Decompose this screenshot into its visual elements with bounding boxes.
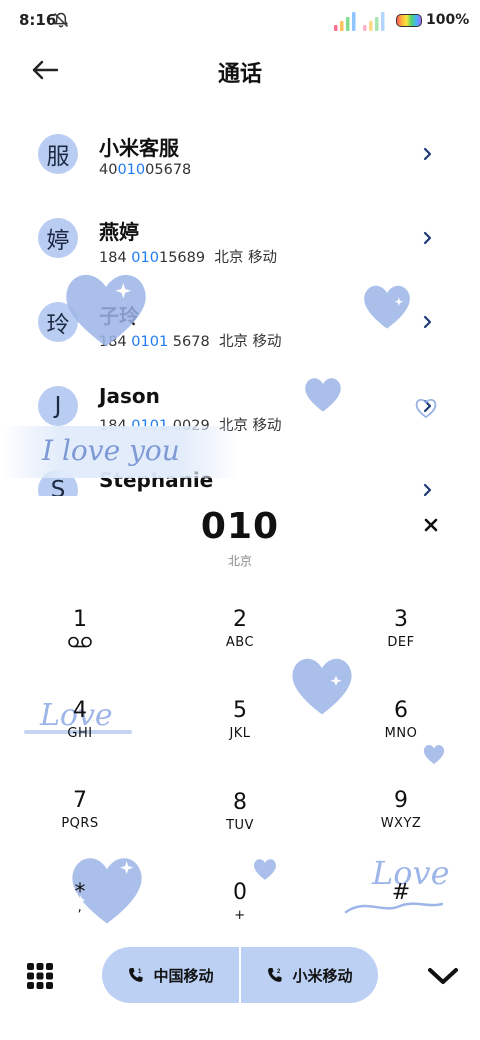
key-letters: ABC <box>225 635 255 650</box>
chevron-right-icon[interactable] <box>420 481 436 496</box>
key-letters: JKL <box>229 726 251 741</box>
contact-number: 184 01015689 北京 移动 <box>99 246 277 267</box>
signal-strength-icon <box>334 12 356 31</box>
dialpad-grid-icon[interactable] <box>26 962 54 990</box>
key-8[interactable]: 8 TUV <box>175 790 305 866</box>
contact-row[interactable]: S Stephanie <box>0 448 480 496</box>
call-button-group: 1 中国移动 2 小米移动 <box>102 947 378 1003</box>
contact-name: Stephanie <box>99 468 214 492</box>
key-letters: GHI <box>67 726 93 741</box>
key-letters: MNO <box>384 726 418 741</box>
key-4[interactable]: 4 GHI <box>15 698 145 774</box>
key-3[interactable]: 3 DEF <box>336 607 466 683</box>
number-prefix: 184 <box>99 418 132 434</box>
avatar: S <box>38 470 78 496</box>
contact-row[interactable]: 玲 子玲 184 0101 5678 北京 移动 <box>0 280 480 364</box>
key-6[interactable]: 6 MNO <box>336 698 466 774</box>
battery-percentage: 100% <box>426 12 470 28</box>
chevron-right-icon[interactable] <box>420 397 436 415</box>
contact-row[interactable]: J Jason 184 0101 0029 北京 移动 <box>0 364 480 448</box>
chevron-right-icon[interactable] <box>420 313 436 331</box>
number-prefix: 184 <box>99 334 132 350</box>
dialed-number: 010 <box>200 506 280 547</box>
close-icon[interactable] <box>420 514 442 536</box>
key-2[interactable]: 2 ABC <box>175 607 305 683</box>
contact-name: 小米客服 <box>99 136 179 160</box>
status-time: 8:16 <box>19 11 57 29</box>
call-sim1-label: 中国移动 <box>153 966 214 985</box>
svg-text:1: 1 <box>138 969 142 975</box>
number-suffix: 05678 <box>145 162 192 178</box>
contact-name: 燕婷 <box>99 220 139 244</box>
call-sim2-label: 小米移动 <box>292 966 353 985</box>
dial-display: 010 北京 <box>0 500 480 580</box>
key-digit: 8 <box>233 790 247 815</box>
contact-location: 北京 移动 <box>218 334 282 350</box>
svg-text:2: 2 <box>277 969 281 975</box>
chevron-down-icon[interactable] <box>426 964 460 988</box>
contact-row[interactable]: 服 小米客服 4001005678 <box>0 112 480 196</box>
contact-name: Jason <box>99 384 160 408</box>
contact-number: 184 0101 0029 北京 移动 <box>99 414 282 435</box>
number-suffix: 15689 <box>158 250 206 266</box>
avatar: 玲 <box>38 302 78 342</box>
contact-row[interactable]: 婷 燕婷 184 01015689 北京 移动 <box>0 196 480 280</box>
page-title: 通话 <box>217 62 262 87</box>
key-digit: 1 <box>73 607 87 632</box>
number-prefix: 184 <box>99 250 132 266</box>
call-sim1-button[interactable]: 1 中国移动 <box>102 947 239 1003</box>
dialed-location: 北京 <box>227 554 252 568</box>
key-letters: WXYZ <box>380 816 422 831</box>
number-suffix: 0029 <box>168 418 210 434</box>
avatar: 服 <box>38 134 78 174</box>
key-5[interactable]: 5 JKL <box>175 698 305 774</box>
key-7[interactable]: 7 PQRS <box>15 788 145 864</box>
number-match: 010 <box>117 162 146 178</box>
signal-strength-2-icon <box>363 12 385 31</box>
contact-location: 北京 移动 <box>214 250 277 266</box>
key-digit: 6 <box>394 698 408 723</box>
avatar: 婷 <box>38 218 78 258</box>
contact-number: 4001005678 <box>99 162 191 178</box>
number-match: 010 <box>131 250 159 266</box>
key-digit: 2 <box>233 607 247 632</box>
key-digit: 0 <box>233 880 247 905</box>
key-digit: 4 <box>73 698 87 723</box>
number-match: 0101 <box>131 418 169 434</box>
bell-muted-icon <box>53 12 69 28</box>
key-digit: 9 <box>394 788 408 813</box>
key-letters: , <box>77 900 83 915</box>
voicemail-icon <box>68 636 92 648</box>
key-letters: DEF <box>387 635 415 650</box>
key-9[interactable]: 9 WXYZ <box>336 788 466 864</box>
phone-sim2-icon: 2 <box>268 968 283 982</box>
contact-number: 184 0101 5678 北京 移动 <box>99 330 282 351</box>
key-digit: 3 <box>394 607 408 632</box>
avatar: J <box>38 386 78 426</box>
key-digit: 7 <box>73 788 87 813</box>
key-digit: # <box>391 880 411 905</box>
chevron-right-icon[interactable] <box>420 229 436 247</box>
number-suffix: 5678 <box>168 334 210 350</box>
bottom-bar: 1 中国移动 2 小米移动 <box>0 940 480 1010</box>
phone-sim1-icon: 1 <box>129 968 144 982</box>
number-match: 0101 <box>131 334 169 350</box>
key-digit: 5 <box>233 698 247 723</box>
key-1[interactable]: 1 <box>15 607 145 683</box>
key-letters: + <box>234 908 246 923</box>
status-bar: 8:16 100% <box>0 0 480 40</box>
chevron-right-icon[interactable] <box>420 145 436 163</box>
key-letters: TUV <box>226 818 254 833</box>
number-prefix: 40 <box>99 162 118 178</box>
contact-name: 子玲 <box>99 304 139 328</box>
battery-icon <box>396 14 422 27</box>
call-sim2-button[interactable]: 2 小米移动 <box>241 947 378 1003</box>
contact-location: 北京 移动 <box>218 418 282 434</box>
key-letters: PQRS <box>61 816 99 831</box>
header: 通话 <box>0 40 480 100</box>
contact-list[interactable]: 服 小米客服 4001005678 婷 燕婷 184 01015689 北京 移… <box>0 112 480 496</box>
